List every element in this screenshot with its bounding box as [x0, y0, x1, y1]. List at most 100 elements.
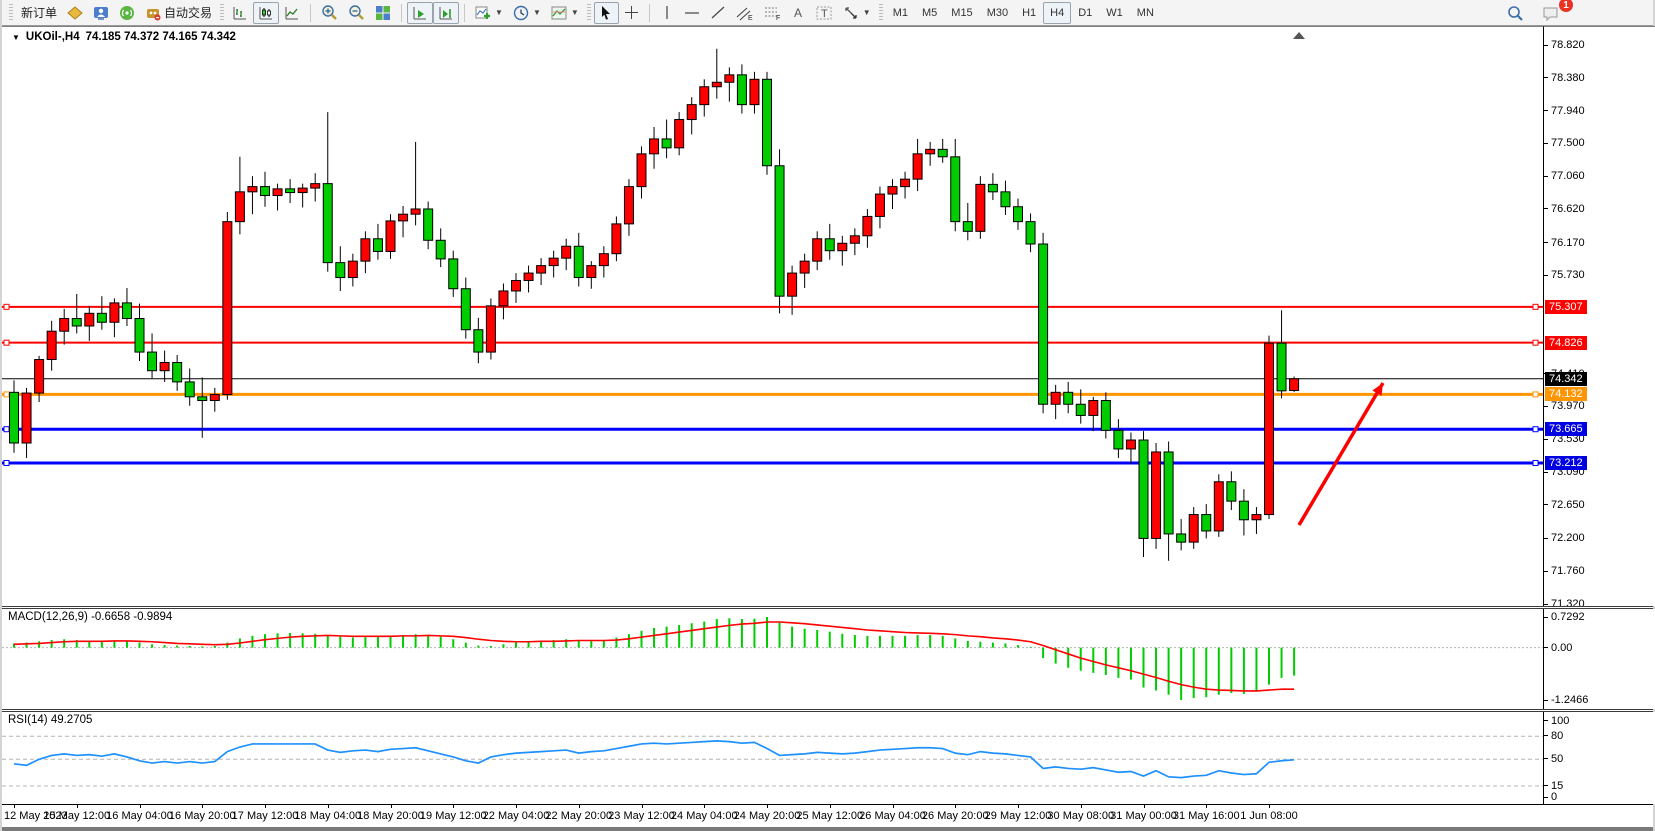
candle[interactable]	[763, 79, 772, 165]
trend-arrow-object[interactable]	[1299, 383, 1383, 525]
candle[interactable]	[486, 306, 495, 352]
candle[interactable]	[512, 281, 521, 291]
candle[interactable]	[210, 395, 219, 401]
chart-shift-button[interactable]	[433, 2, 459, 24]
candle[interactable]	[286, 189, 295, 193]
candle[interactable]	[524, 273, 533, 280]
candle[interactable]	[1277, 343, 1286, 391]
candle[interactable]	[712, 82, 721, 86]
candle[interactable]	[461, 289, 470, 330]
candle[interactable]	[750, 79, 759, 104]
candle[interactable]	[825, 239, 834, 251]
candle[interactable]	[1051, 392, 1060, 404]
candle[interactable]	[587, 266, 596, 278]
candle[interactable]	[399, 214, 408, 221]
metaeditor-button[interactable]	[62, 2, 88, 24]
candle[interactable]	[235, 192, 244, 222]
candle[interactable]	[963, 222, 972, 232]
text-button[interactable]: A	[787, 2, 811, 24]
price-axis[interactable]: 78.82078.38077.94077.50077.06076.62076.1…	[1543, 26, 1655, 606]
line-handle[interactable]	[4, 427, 9, 432]
candle[interactable]	[1290, 379, 1299, 391]
candle[interactable]	[1114, 430, 1123, 449]
tf-M1[interactable]: M1	[886, 2, 915, 24]
candle[interactable]	[10, 392, 19, 443]
tf-M15[interactable]: M15	[944, 2, 979, 24]
candle[interactable]	[361, 239, 370, 261]
candle[interactable]	[549, 258, 558, 265]
candle[interactable]	[1101, 401, 1110, 431]
crosshair-button[interactable]	[619, 2, 644, 24]
candle[interactable]	[22, 393, 31, 443]
line-handle[interactable]	[4, 460, 9, 465]
candle[interactable]	[273, 189, 282, 196]
candle[interactable]	[97, 313, 106, 322]
candle[interactable]	[1202, 515, 1211, 531]
candle[interactable]	[800, 261, 809, 273]
candle[interactable]	[110, 303, 119, 322]
candle[interactable]	[1164, 452, 1173, 534]
candle[interactable]	[1189, 515, 1198, 543]
candle[interactable]	[926, 149, 935, 153]
trendline-button[interactable]	[705, 2, 731, 24]
templates-button[interactable]: ▼	[546, 2, 584, 24]
candle[interactable]	[1139, 440, 1148, 538]
candle[interactable]	[198, 397, 207, 401]
tf-D1[interactable]: D1	[1071, 2, 1099, 24]
candle[interactable]	[1214, 482, 1223, 531]
horizontal-line-button[interactable]	[679, 2, 705, 24]
tf-M5[interactable]: M5	[915, 2, 944, 24]
candle[interactable]	[1227, 482, 1236, 501]
candle[interactable]	[298, 188, 307, 192]
candle[interactable]	[173, 363, 182, 382]
equidistant-channel-button[interactable]: E	[731, 2, 759, 24]
rsi-axis[interactable]: 1008050150	[1543, 712, 1655, 804]
bar-chart-button[interactable]	[227, 2, 253, 24]
candle[interactable]	[901, 179, 910, 186]
candle[interactable]	[122, 303, 131, 319]
candle[interactable]	[562, 246, 571, 258]
candle[interactable]	[637, 154, 646, 187]
tf-H4[interactable]: H4	[1043, 2, 1071, 24]
candle[interactable]	[1064, 392, 1073, 404]
line-handle[interactable]	[1533, 460, 1538, 465]
candle[interactable]	[1089, 401, 1098, 416]
candle[interactable]	[248, 187, 257, 192]
tf-M30[interactable]: M30	[980, 2, 1015, 24]
candle[interactable]	[850, 236, 859, 243]
candle[interactable]	[725, 75, 734, 82]
candle[interactable]	[386, 221, 395, 252]
candle[interactable]	[951, 157, 960, 222]
candle[interactable]	[988, 184, 997, 191]
macd-pane[interactable]	[2, 609, 1543, 709]
line-handle[interactable]	[1533, 304, 1538, 309]
candle[interactable]	[788, 273, 797, 296]
candle[interactable]	[47, 331, 56, 359]
line-chart-button[interactable]	[279, 2, 305, 24]
new-order-button[interactable]: 新订单	[16, 2, 62, 24]
candlestick-chart-button[interactable]	[253, 2, 279, 24]
candle[interactable]	[1076, 404, 1085, 415]
candle[interactable]	[624, 187, 633, 224]
candle[interactable]	[185, 382, 194, 397]
macd-axis[interactable]: 0.72920.00-1.2466	[1543, 609, 1655, 709]
candle[interactable]	[311, 184, 320, 188]
tf-MN[interactable]: MN	[1130, 2, 1161, 24]
candle[interactable]	[148, 352, 157, 371]
candle[interactable]	[650, 139, 659, 154]
candle[interactable]	[737, 75, 746, 105]
line-handle[interactable]	[1533, 340, 1538, 345]
time-axis[interactable]: 12 May 202315 May 12:0016 May 04:0016 Ma…	[2, 805, 1653, 827]
candle[interactable]	[888, 187, 897, 194]
line-handle[interactable]	[4, 392, 9, 397]
tf-H1[interactable]: H1	[1015, 2, 1043, 24]
vertical-line-button[interactable]	[655, 2, 679, 24]
line-handle[interactable]	[4, 340, 9, 345]
candle[interactable]	[474, 330, 483, 352]
indicators-button[interactable]: ▼	[470, 2, 508, 24]
candle[interactable]	[913, 154, 922, 179]
cursor-button[interactable]	[594, 2, 619, 24]
candle[interactable]	[838, 243, 847, 250]
candle[interactable]	[436, 240, 445, 259]
zoom-out-button[interactable]	[343, 2, 370, 24]
